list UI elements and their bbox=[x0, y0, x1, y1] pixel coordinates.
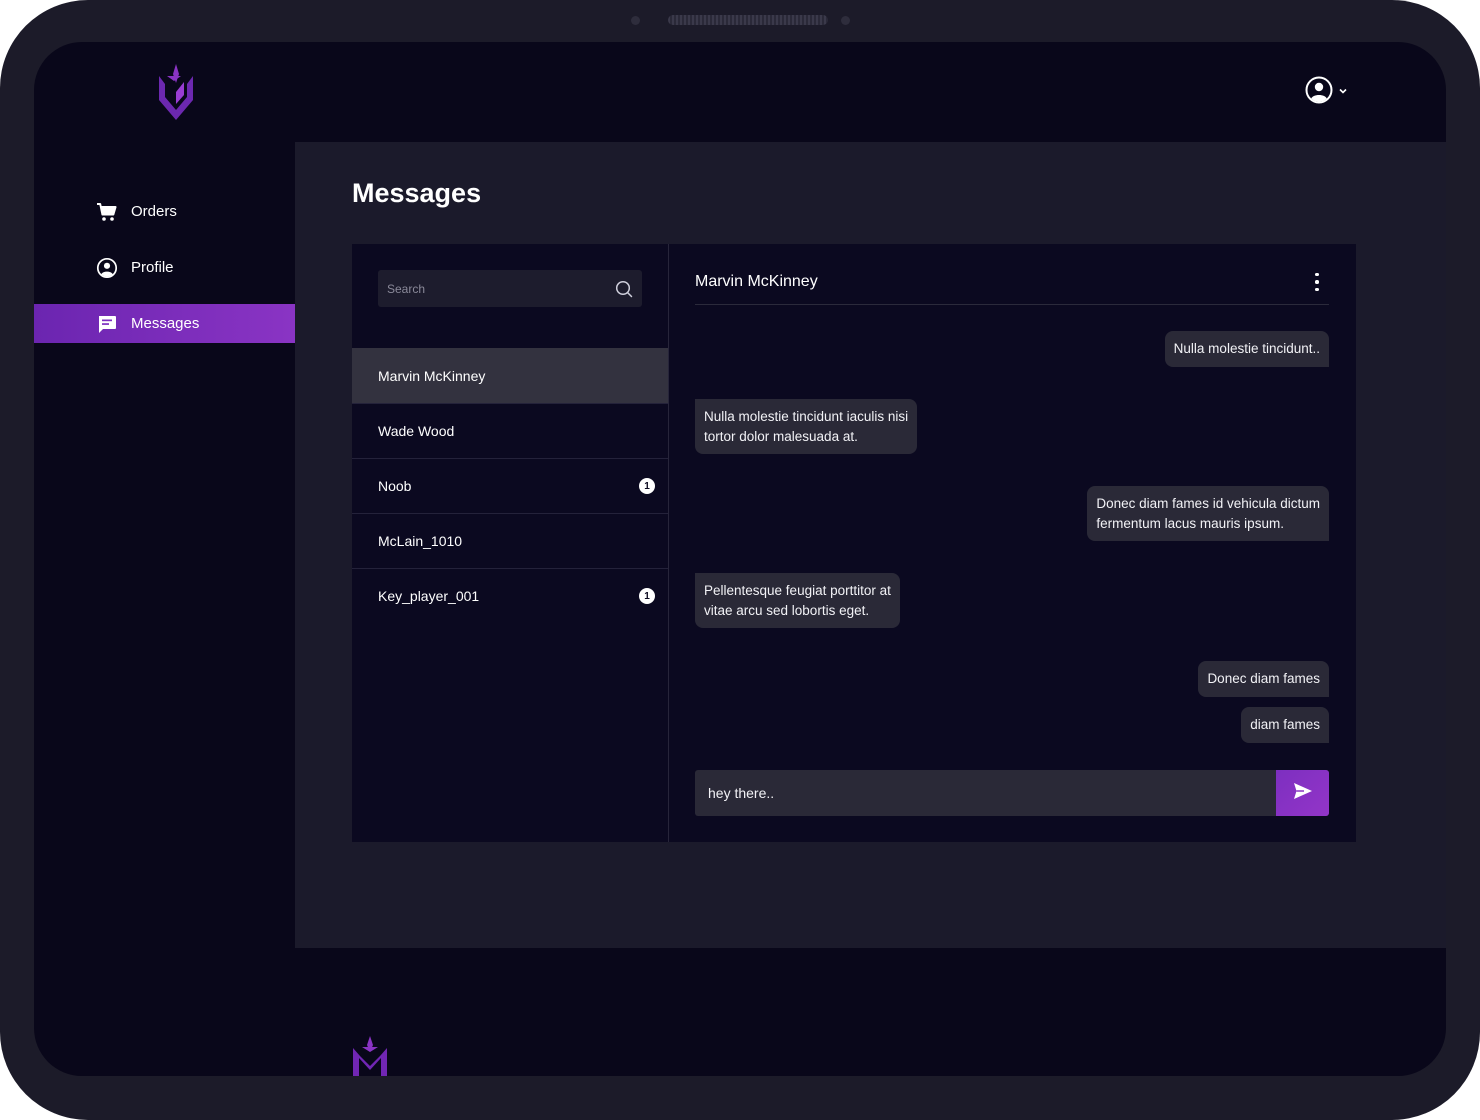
page-title: Messages bbox=[352, 178, 482, 208]
conversation-item[interactable]: Wade Wood bbox=[352, 404, 668, 459]
chat-header: Marvin McKinney bbox=[695, 260, 1329, 305]
message-input[interactable] bbox=[695, 784, 1276, 802]
message-text: Nulla molestie tincidunt iaculis nisi bbox=[704, 409, 909, 424]
sidebar-item-label: Orders bbox=[131, 203, 177, 220]
message-bubble-outgoing: Nulla molestie tincidunt.. bbox=[1164, 331, 1329, 367]
conversation-list: Marvin McKinney Wade Wood Noob 1 McLain_… bbox=[352, 244, 669, 842]
sidebar-item-messages[interactable]: Messages bbox=[34, 304, 295, 343]
message-text: Pellentesque feugiat porttitor at bbox=[704, 583, 891, 598]
message-text: fermentum lacus mauris ipsum. bbox=[1096, 515, 1284, 531]
conversation-item[interactable]: Key_player_001 1 bbox=[352, 569, 668, 623]
message-text: Donec diam fames bbox=[1207, 671, 1320, 686]
user-menu[interactable] bbox=[1304, 76, 1348, 108]
message-bubble-incoming: Pellentesque feugiat porttitor at vitae … bbox=[695, 573, 900, 628]
conversation-item[interactable]: Noob 1 bbox=[352, 459, 668, 514]
conversation-name: Noob bbox=[378, 478, 412, 494]
sidebar: Orders Profile Messages bbox=[34, 192, 295, 360]
conversation-item[interactable]: McLain_1010 bbox=[352, 514, 668, 569]
search-input[interactable] bbox=[378, 280, 606, 297]
chat-title: Marvin McKinney bbox=[695, 273, 818, 290]
message-composer bbox=[695, 770, 1329, 816]
unread-badge: 1 bbox=[639, 588, 655, 604]
user-circle-icon bbox=[96, 257, 118, 279]
chat-icon bbox=[96, 313, 118, 335]
conversation-item[interactable]: Marvin McKinney bbox=[352, 348, 668, 404]
messages-panel: Marvin McKinney Wade Wood Noob 1 McLain_… bbox=[352, 244, 1356, 842]
more-options-icon[interactable] bbox=[1307, 269, 1327, 295]
speaker-grille bbox=[668, 15, 828, 25]
unread-badge: 1 bbox=[639, 478, 655, 494]
cart-icon bbox=[96, 201, 118, 223]
message-text: tortor dolor malesuada at. bbox=[704, 428, 858, 444]
sensor-dot bbox=[841, 16, 850, 25]
message-bubble-outgoing: Donec diam fames id vehicula dictum ferm… bbox=[1087, 486, 1329, 541]
conversation-name: McLain_1010 bbox=[378, 533, 463, 549]
search-icon[interactable] bbox=[606, 270, 642, 307]
sidebar-item-label: Profile bbox=[131, 259, 174, 276]
message-bubble-outgoing: Donec diam fames bbox=[1198, 661, 1329, 697]
sidebar-item-orders[interactable]: Orders bbox=[34, 192, 295, 231]
message-text: diam fames bbox=[1250, 717, 1320, 732]
tablet-frame: Orders Profile Messages Messages Search … bbox=[0, 0, 1480, 1120]
sidebar-item-profile[interactable]: Profile bbox=[34, 248, 295, 287]
conversation-name: Marvin McKinney bbox=[378, 367, 486, 384]
footer-logo-icon bbox=[351, 1036, 389, 1076]
brand-logo-icon[interactable] bbox=[154, 62, 198, 124]
message-text: vitae arcu sed lobortis eget. bbox=[704, 602, 870, 618]
chat-window: Marvin McKinney Nulla molestie tincidunt… bbox=[669, 244, 1356, 842]
main-content: Messages Marvin Mc bbox=[295, 142, 1446, 948]
conversation-name: Wade Wood bbox=[378, 423, 455, 439]
search-box bbox=[378, 270, 642, 307]
conversations: Marvin McKinney Wade Wood Noob 1 McLain_… bbox=[352, 348, 668, 623]
chevron-down-icon bbox=[1338, 83, 1348, 101]
message-bubble-incoming: Nulla molestie tincidunt iaculis nisi to… bbox=[695, 399, 918, 454]
message-bubble-outgoing: diam fames bbox=[1241, 707, 1329, 743]
send-icon bbox=[1292, 780, 1314, 807]
user-circle-icon bbox=[1304, 75, 1334, 110]
send-button[interactable] bbox=[1276, 770, 1329, 816]
conversation-name: Key_player_001 bbox=[378, 588, 480, 604]
message-text: Nulla molestie tincidunt.. bbox=[1173, 341, 1320, 356]
message-text: Donec diam fames id vehicula dictum bbox=[1096, 496, 1320, 511]
camera-dot bbox=[631, 16, 640, 25]
app-screen: Orders Profile Messages Messages Search … bbox=[34, 42, 1446, 1076]
sidebar-item-label: Messages bbox=[131, 315, 200, 332]
